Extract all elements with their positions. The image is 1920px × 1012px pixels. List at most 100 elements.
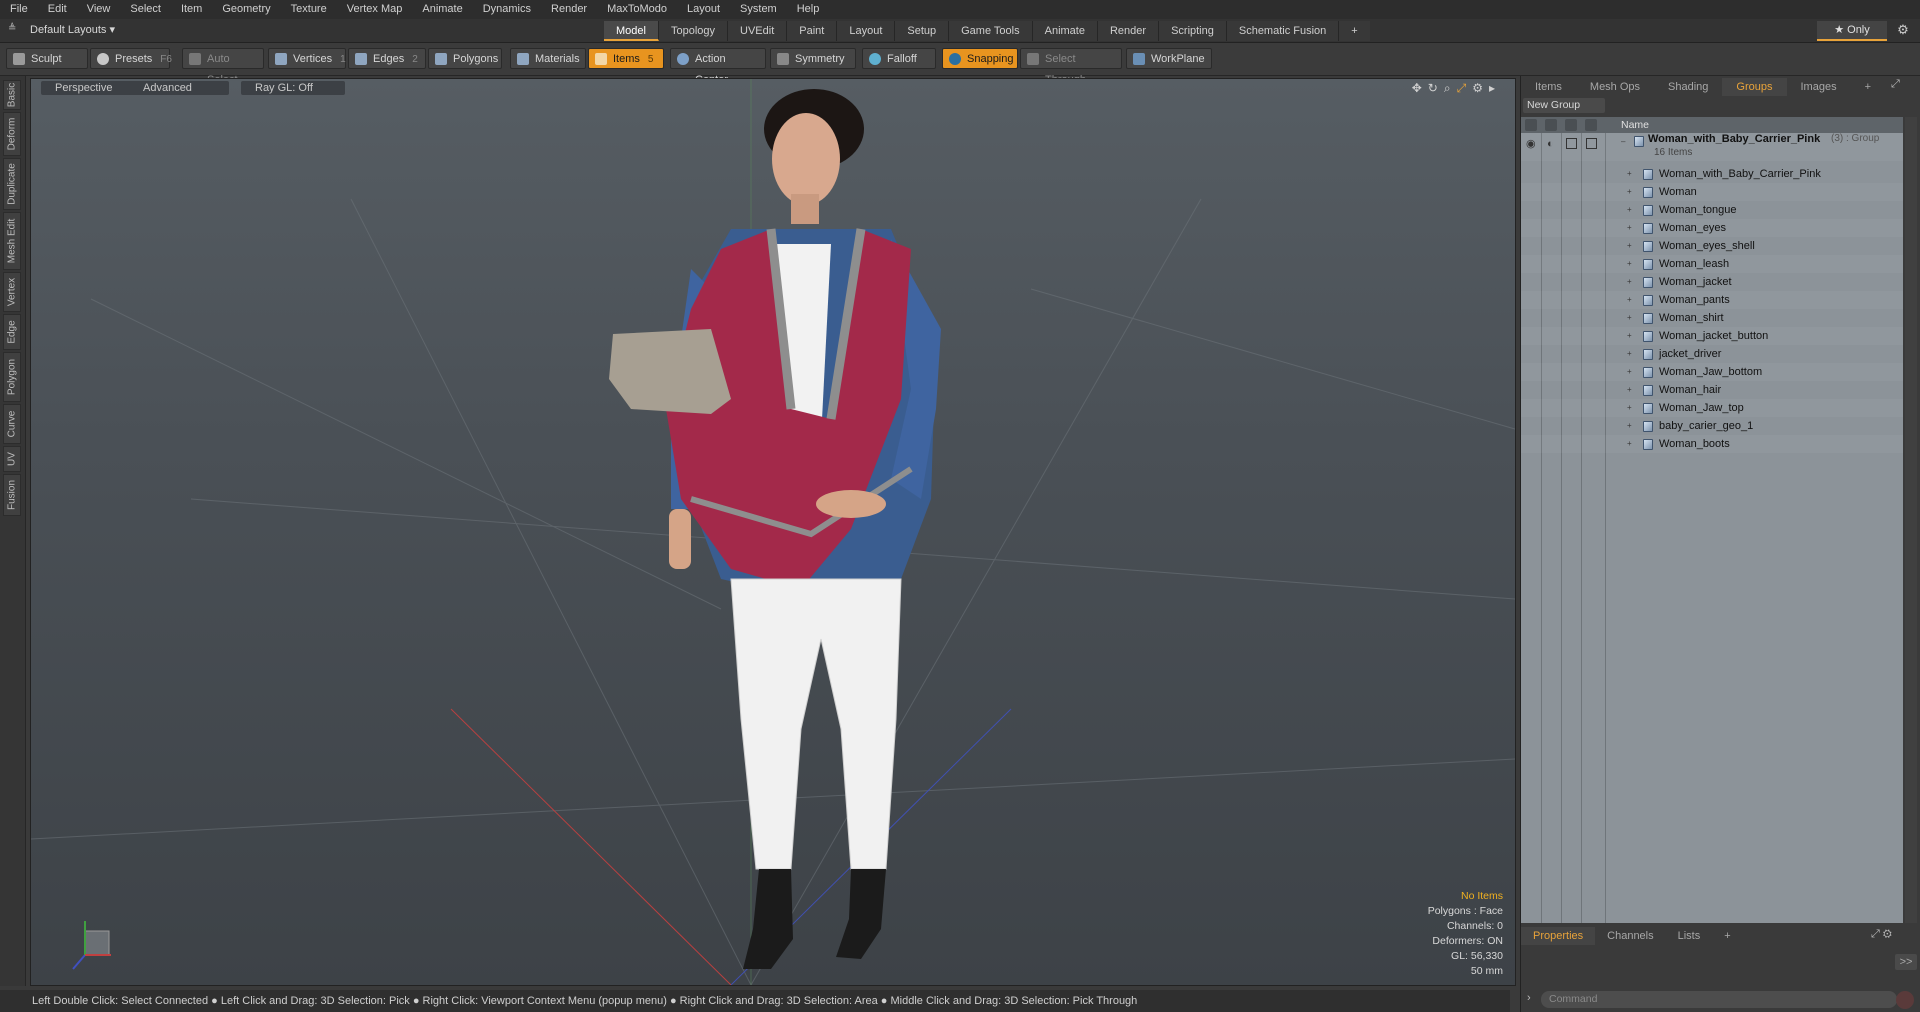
left-tab-curve[interactable]: Curve <box>3 404 21 444</box>
panel-tab-shading[interactable]: Shading <box>1654 78 1722 96</box>
expand-icon[interactable]: + <box>1627 291 1632 309</box>
command-input[interactable]: Command <box>1541 991 1897 1008</box>
menu-system[interactable]: System <box>730 0 787 19</box>
snapping-button[interactable]: Snapping <box>942 48 1018 69</box>
left-tab-deform[interactable]: Deform <box>3 112 21 156</box>
tab-paint[interactable]: Paint <box>787 21 838 41</box>
list-item[interactable]: + Woman_hair <box>1521 381 1903 399</box>
expand-icon[interactable]: + <box>1627 327 1632 345</box>
render-column-icon[interactable] <box>1545 119 1557 131</box>
polygons-button[interactable]: Polygons <box>428 48 502 69</box>
workplane-button[interactable]: WorkPlane <box>1126 48 1212 69</box>
menu-view[interactable]: View <box>77 0 121 19</box>
list-item[interactable]: + Woman_jacket <box>1521 273 1903 291</box>
auto-select-button[interactable]: Auto Select <box>182 48 264 86</box>
3d-viewport[interactable]: Perspective Advanced Ray GL: Off ✥ ↻ ⌕ ⤢… <box>30 78 1516 986</box>
list-item[interactable]: + Woman_jacket_button <box>1521 327 1903 345</box>
new-group-button[interactable]: New Group <box>1523 98 1605 113</box>
groups-list[interactable]: Name ◉ ◐ – Woman_with_Baby_Carrier_Pink … <box>1521 117 1903 923</box>
render-icon[interactable]: ◐ <box>1547 135 1554 153</box>
menu-render[interactable]: Render <box>541 0 597 19</box>
tab-render[interactable]: Render <box>1097 21 1160 41</box>
list-item[interactable]: + Woman <box>1521 183 1903 201</box>
list-scrollbar[interactable] <box>1905 117 1917 923</box>
tab-scripting[interactable]: Scripting <box>1159 21 1227 41</box>
edges-button[interactable]: Edges 2 <box>348 48 426 69</box>
list-item[interactable]: + jacket_driver <box>1521 345 1903 363</box>
tab-schematic-fusion[interactable]: Schematic Fusion <box>1226 21 1340 41</box>
list-item[interactable]: + Woman_Jaw_bottom <box>1521 363 1903 381</box>
select-checkbox[interactable] <box>1586 138 1597 149</box>
expand-icon[interactable]: + <box>1627 165 1632 183</box>
menu-layout[interactable]: Layout <box>677 0 730 19</box>
sculpt-button[interactable]: Sculpt <box>6 48 88 69</box>
left-tab-vertex[interactable]: Vertex <box>3 272 21 312</box>
menu-maxtomodo[interactable]: MaxToModo <box>597 0 677 19</box>
left-tab-duplicate[interactable]: Duplicate <box>3 158 21 210</box>
list-item[interactable]: + Woman_eyes <box>1521 219 1903 237</box>
layout-selector[interactable]: Default Layouts ▾ <box>22 22 123 39</box>
symmetry-button[interactable]: Symmetry <box>770 48 856 69</box>
expand-icon[interactable]: + <box>1627 273 1632 291</box>
expand-button[interactable]: >> <box>1895 954 1917 970</box>
expand-icon[interactable]: + <box>1627 201 1632 219</box>
presets-button[interactable]: Presets F6 <box>90 48 172 69</box>
properties-tab-channels[interactable]: Channels <box>1595 927 1665 945</box>
left-tab-uv[interactable]: UV <box>3 446 21 472</box>
group-row[interactable]: ◉ ◐ – Woman_with_Baby_Carrier_Pink (3) :… <box>1521 133 1903 161</box>
expand-icon[interactable]: + <box>1627 417 1632 435</box>
menu-vertex-map[interactable]: Vertex Map <box>337 0 413 19</box>
select-through-button[interactable]: Select Through <box>1020 48 1122 86</box>
list-item[interactable]: + Woman_pants <box>1521 291 1903 309</box>
properties-add-tab-button[interactable]: + <box>1712 927 1742 945</box>
tab-game-tools[interactable]: Game Tools <box>949 21 1033 41</box>
layout-menu-icon[interactable]: ≜ <box>8 23 18 37</box>
vertices-button[interactable]: Vertices 1 <box>268 48 346 69</box>
menu-texture[interactable]: Texture <box>281 0 337 19</box>
expand-icon[interactable]: + <box>1627 309 1632 327</box>
list-item[interactable]: + Woman_tongue <box>1521 201 1903 219</box>
eye-icon[interactable]: ◉ <box>1526 135 1536 153</box>
select-column-icon[interactable] <box>1585 119 1597 131</box>
menu-animate[interactable]: Animate <box>412 0 472 19</box>
properties-expand-icon[interactable]: ⤢ ⚙ <box>1871 928 1892 941</box>
left-tab-mesh-edit[interactable]: Mesh Edit <box>3 212 21 270</box>
expand-icon[interactable]: + <box>1627 237 1632 255</box>
expand-icon[interactable]: + <box>1627 399 1632 417</box>
expand-icon[interactable]: + <box>1627 345 1632 363</box>
left-tab-polygon[interactable]: Polygon <box>3 352 21 402</box>
menu-item[interactable]: Item <box>171 0 212 19</box>
list-item[interactable]: + Woman_with_Baby_Carrier_Pink <box>1521 165 1903 183</box>
expand-icon[interactable]: + <box>1627 255 1632 273</box>
list-item[interactable]: + Woman_leash <box>1521 255 1903 273</box>
add-tab-button[interactable]: + <box>1339 21 1370 41</box>
items-button[interactable]: Items 5 <box>588 48 664 69</box>
left-tab-fusion[interactable]: Fusion <box>3 474 21 516</box>
panel-tab-items[interactable]: Items <box>1521 78 1576 96</box>
action-center-button[interactable]: Action Center <box>670 48 766 86</box>
tab-animate[interactable]: Animate <box>1032 21 1098 41</box>
list-item[interactable]: + Woman_shirt <box>1521 309 1903 327</box>
menu-select[interactable]: Select <box>120 0 171 19</box>
properties-tab-lists[interactable]: Lists <box>1666 927 1713 945</box>
lock-checkbox[interactable] <box>1566 138 1577 149</box>
list-item[interactable]: + baby_carier_geo_1 <box>1521 417 1903 435</box>
expand-icon[interactable]: + <box>1627 435 1632 453</box>
list-item[interactable]: + Woman_Jaw_top <box>1521 399 1903 417</box>
left-tab-basic[interactable]: Basic <box>3 80 21 110</box>
command-clear-icon[interactable] <box>1896 991 1914 1009</box>
tab-layout[interactable]: Layout <box>837 21 896 41</box>
panel-tab-images[interactable]: Images <box>1787 78 1851 96</box>
panel-expand-icon[interactable]: ⤢ <box>1891 78 1900 91</box>
menu-file[interactable]: File <box>0 0 38 19</box>
tab-uvedit[interactable]: UVEdit <box>728 21 788 41</box>
expand-icon[interactable]: + <box>1627 219 1632 237</box>
tab-model[interactable]: Model <box>604 21 659 41</box>
properties-tab-properties[interactable]: Properties <box>1521 927 1596 945</box>
list-item[interactable]: + Woman_eyes_shell <box>1521 237 1903 255</box>
panel-add-tab-button[interactable]: + <box>1851 78 1885 96</box>
collapse-icon[interactable]: – <box>1621 133 1625 151</box>
gear-icon[interactable]: ⚙ <box>1895 22 1911 38</box>
visibility-column-icon[interactable] <box>1525 119 1537 131</box>
lock-column-icon[interactable] <box>1565 119 1577 131</box>
